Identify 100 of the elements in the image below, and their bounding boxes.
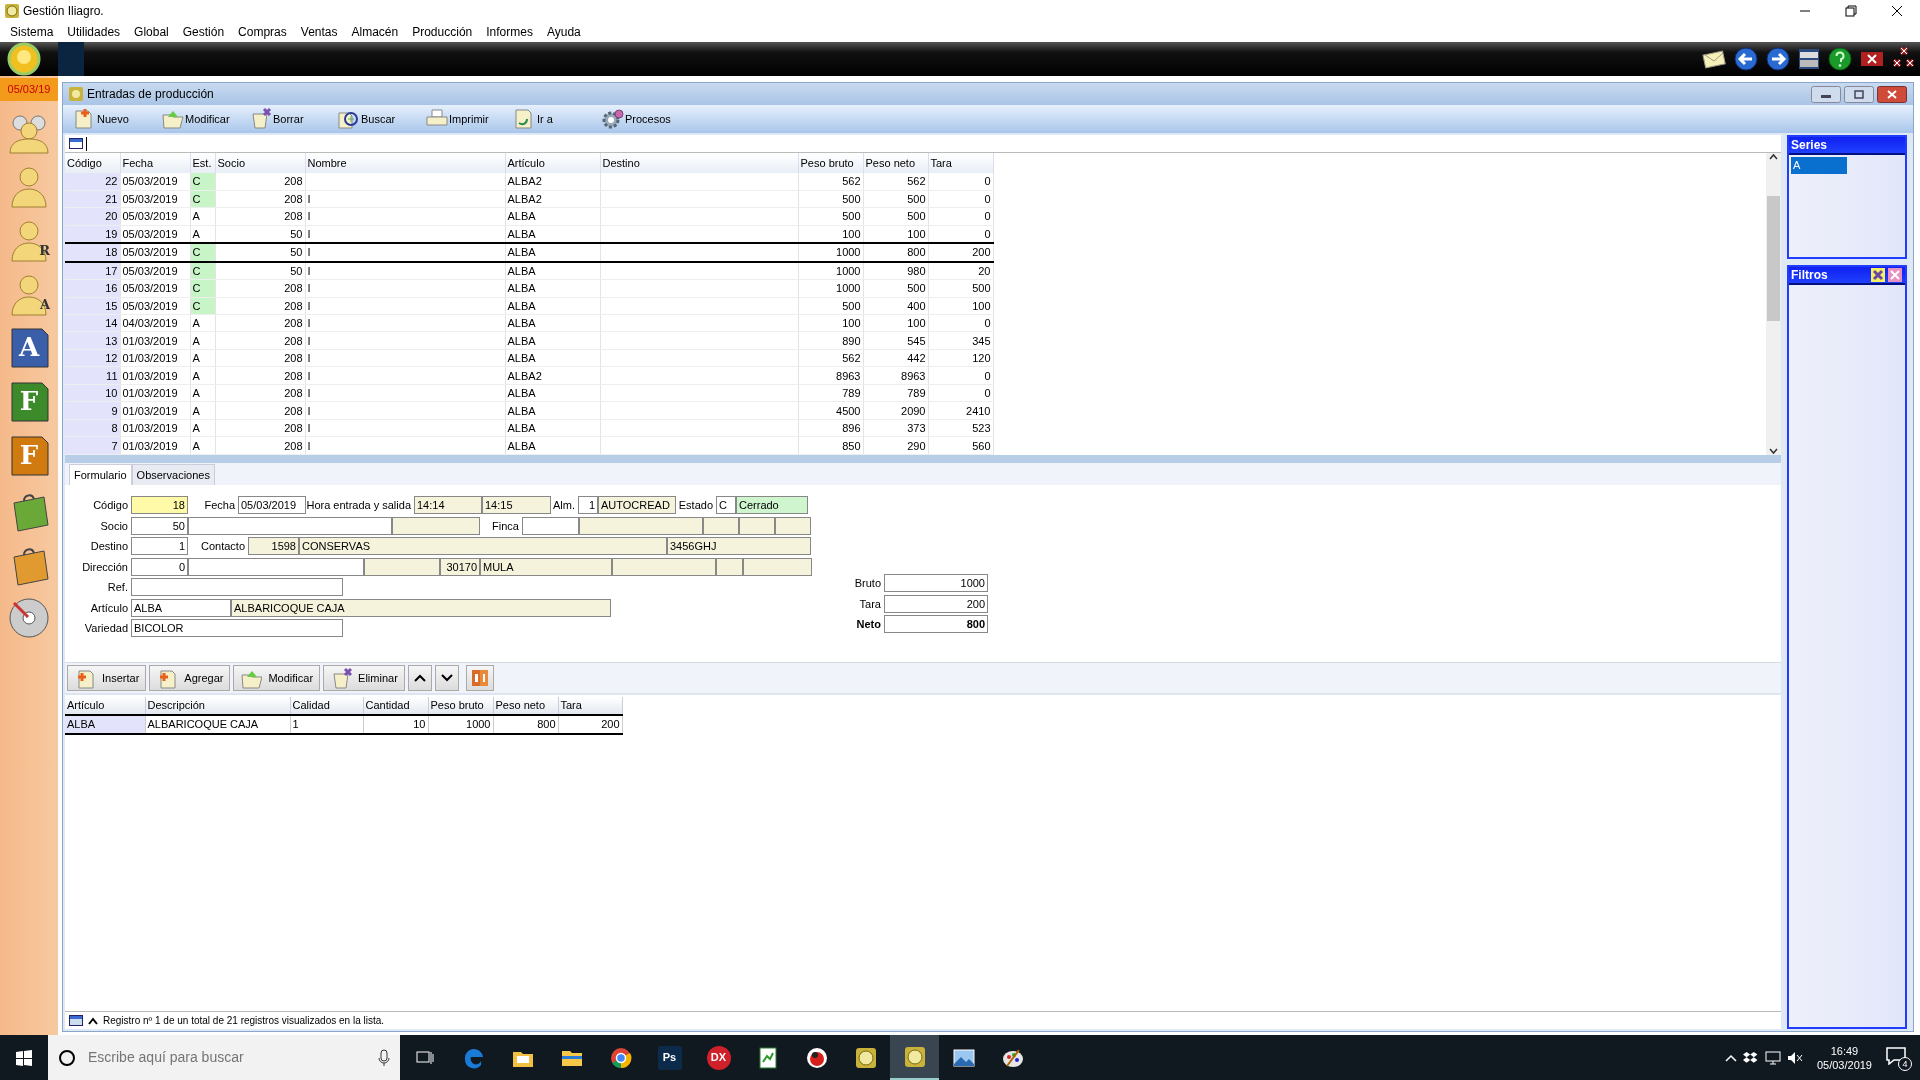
input-field[interactable]: ALBARICOQUE CAJA <box>231 598 611 617</box>
column-header[interactable]: Destino <box>600 153 798 173</box>
tab[interactable]: Formulario <box>69 463 132 485</box>
input-field[interactable]: 1 <box>131 537 188 556</box>
column-header[interactable]: Peso bruto <box>798 153 863 173</box>
column-header[interactable]: Socio <box>215 153 305 173</box>
search-box[interactable]: Escribe aquí para buscar <box>48 1035 400 1080</box>
restore-button[interactable] <box>1844 85 1874 103</box>
column-header[interactable]: Cantidad <box>363 697 428 715</box>
microphone-icon[interactable] <box>378 1048 390 1067</box>
browser-icon[interactable] <box>608 1045 633 1070</box>
menu-item[interactable]: Almacén <box>344 23 406 41</box>
network-icon[interactable] <box>1764 1050 1781 1065</box>
input-field[interactable]: 14:14 <box>414 496 482 515</box>
column-header[interactable]: Código <box>65 153 120 173</box>
toolbar-button[interactable]: Buscar <box>333 107 421 131</box>
input-field[interactable] <box>612 557 716 576</box>
column-header[interactable]: Tara <box>558 697 622 715</box>
column-header[interactable]: Peso bruto <box>428 697 493 715</box>
minimize-button[interactable] <box>1811 85 1841 103</box>
restore-icon[interactable] <box>1845 5 1857 17</box>
clock-time[interactable]: 16:49 <box>1816 1043 1872 1058</box>
input-field[interactable]: Cerrado <box>736 496 808 515</box>
input-field[interactable]: 800 <box>884 615 988 634</box>
envelope-icon[interactable] <box>1701 47 1727 71</box>
grid-icon[interactable] <box>69 138 83 149</box>
app-icon[interactable]: DX <box>706 1045 731 1070</box>
grid-icon[interactable] <box>69 1015 83 1026</box>
column-header[interactable]: Peso neto <box>493 697 558 715</box>
scrollbar[interactable] <box>1766 153 1781 455</box>
input-field[interactable]: 05/03/2019 <box>238 496 306 515</box>
menu-item[interactable]: Global <box>127 23 176 41</box>
toolbar-button[interactable]: Nuevo <box>69 107 157 131</box>
input-field[interactable]: 1 <box>578 496 598 515</box>
column-header[interactable]: Peso neto <box>863 153 928 173</box>
input-field[interactable] <box>716 557 743 576</box>
input-field[interactable]: CONSERVAS <box>299 537 667 556</box>
input-field[interactable]: 3456GHJ <box>667 537 811 556</box>
input-field[interactable] <box>364 557 440 576</box>
input-field[interactable]: 1598 <box>248 537 299 556</box>
toolbar-button[interactable]: Procesos <box>597 107 685 131</box>
dropbox-icon[interactable] <box>1742 1050 1759 1065</box>
chevron-up-icon[interactable] <box>1724 1053 1737 1062</box>
input-field[interactable] <box>131 578 343 597</box>
input-field[interactable]: 0 <box>131 557 188 576</box>
scrollbar-thumb[interactable] <box>1767 196 1780 321</box>
column-header[interactable]: Fecha <box>120 153 190 173</box>
menu-item[interactable]: Compras <box>231 23 294 41</box>
input-field[interactable]: C <box>716 496 736 515</box>
tab[interactable]: Observaciones <box>131 463 215 485</box>
input-field[interactable] <box>743 557 812 576</box>
clock-date[interactable]: 05/03/2019 <box>1816 1057 1872 1072</box>
app-logo-icon[interactable] <box>853 1045 878 1070</box>
close-icon[interactable] <box>1859 49 1885 69</box>
column-header[interactable]: Nombre <box>305 153 505 173</box>
toolbar-button[interactable]: Agregar <box>149 665 231 691</box>
toolbar-button[interactable]: Insertar <box>67 665 147 691</box>
close-button[interactable] <box>1877 85 1907 103</box>
input-field[interactable]: 1000 <box>884 574 988 593</box>
menu-item[interactable]: Gestión <box>175 23 232 41</box>
toolbar-button[interactable]: Imprimir <box>421 107 509 131</box>
close-icon[interactable] <box>1891 5 1903 17</box>
toolbar-button[interactable] <box>407 665 432 691</box>
toolbar-button[interactable]: Borrar <box>245 107 333 131</box>
input-field[interactable]: 18 <box>131 496 188 515</box>
input-field[interactable]: 200 <box>884 594 988 613</box>
column-header[interactable]: Descripción <box>145 697 290 715</box>
input-field[interactable] <box>392 516 480 535</box>
input-field[interactable]: MULA <box>480 557 612 576</box>
input-field[interactable] <box>739 516 775 535</box>
menu-item[interactable]: Ayuda <box>539 23 588 41</box>
input-field[interactable] <box>522 516 579 535</box>
toolbar-button[interactable]: Modificar <box>233 665 321 691</box>
task-view-icon[interactable] <box>415 1049 434 1066</box>
input-field[interactable] <box>579 516 703 535</box>
window-icon[interactable] <box>1797 47 1821 71</box>
input-field[interactable]: 30170 <box>440 557 480 576</box>
menu-item[interactable]: Sistema <box>3 23 61 41</box>
input-field[interactable]: 50 <box>131 516 188 535</box>
input-field[interactable]: ALBA <box>131 598 231 617</box>
input-field[interactable] <box>775 516 811 535</box>
input-field[interactable] <box>188 516 392 535</box>
muted-speaker-icon[interactable] <box>1786 1050 1803 1065</box>
app-icon[interactable]: Ps <box>657 1045 682 1070</box>
up-chevron-icon[interactable] <box>87 1015 99 1026</box>
input-field[interactable]: AUTOCREAD <box>598 496 676 515</box>
help-icon[interactable] <box>1827 46 1853 72</box>
search-field[interactable]: Escribe aquí para buscar <box>86 1046 368 1069</box>
menu-item[interactable]: Utilidades <box>60 23 128 41</box>
toolbar-button[interactable] <box>434 665 459 691</box>
column-header[interactable]: Artículo <box>505 153 600 173</box>
menu-item[interactable]: Ventas <box>293 23 345 41</box>
input-field[interactable] <box>188 557 364 576</box>
menu-item[interactable]: Informes <box>479 23 540 41</box>
menu-item[interactable]: Producción <box>405 23 480 41</box>
app-logo-icon[interactable] <box>902 1044 927 1069</box>
start-icon[interactable] <box>16 1049 32 1066</box>
input-field[interactable] <box>703 516 739 535</box>
column-header[interactable]: Artículo <box>65 697 145 715</box>
input-field[interactable]: BICOLOR <box>131 619 343 638</box>
